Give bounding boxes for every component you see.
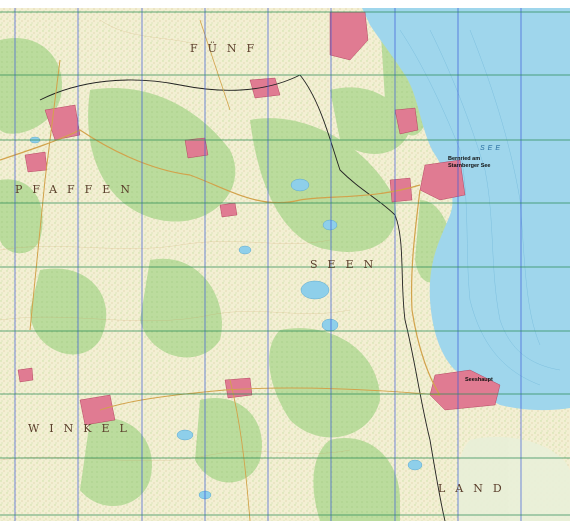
place-label-bernried-line2: Starnberger See	[448, 163, 491, 169]
place-label-seeshaupt: Seeshaupt	[465, 377, 493, 383]
place-label-bernried: Bernried am	[448, 156, 480, 162]
region-label-pfaffen: PFAFFEN	[15, 183, 140, 196]
topographic-map[interactable]: SEE FÜNF PFAFFEN WINKEL SEEN LAND Bernri…	[0, 0, 570, 521]
lake-label: SEE	[480, 145, 503, 152]
region-label-seen: SEEN	[310, 258, 383, 271]
region-label-fuenf: FÜNF	[190, 41, 264, 55]
map-canvas: SEE FÜNF PFAFFEN WINKEL SEEN LAND Bernri…	[0, 8, 570, 521]
region-label-land: LAND	[438, 482, 512, 495]
region-label-winkel: WINKEL	[28, 422, 137, 435]
